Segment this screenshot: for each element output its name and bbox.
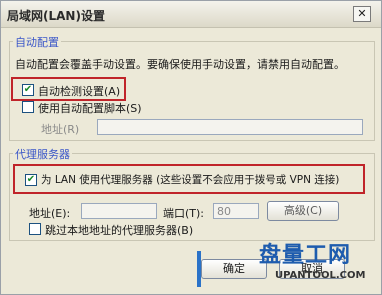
proxy-port-label: 端口(T): — [163, 207, 205, 220]
script-address-input[interactable] — [97, 119, 363, 135]
auto-detect-checkbox[interactable]: ✔ — [22, 84, 34, 96]
proxy-port-input[interactable]: 80 — [213, 203, 259, 219]
auto-config-description: 自动配置会覆盖手动设置。要确保使用手动设置，请禁用自动配置。 — [15, 58, 345, 71]
use-proxy-label: 为 LAN 使用代理服务器 (这些设置不会应用于拨号或 VPN 连接) — [41, 174, 340, 186]
bypass-local-checkbox[interactable] — [29, 223, 41, 235]
watermark-logo: 盘量工网 UPANTOOL.COM — [253, 237, 379, 291]
proxy-address-input[interactable] — [81, 203, 157, 219]
script-address-label: 地址(R) — [41, 123, 80, 136]
use-script-label: 使用自动配置脚本(S) — [38, 102, 142, 115]
bypass-local-label: 跳过本地地址的代理服务器(B) — [45, 224, 194, 237]
lan-settings-dialog: 局域网(LAN)设置 ✕ 自动配置 自动配置会覆盖手动设置。要确保使用手动设置，… — [0, 0, 382, 295]
watermark-brand: 盘量工网 — [259, 243, 352, 268]
proxy-group-label: 代理服务器 — [13, 146, 72, 162]
watermark-url: UPANTOOL.COM — [275, 270, 366, 281]
dialog-title: 局域网(LAN)设置 — [7, 9, 105, 23]
proxy-port-value: 80 — [217, 205, 231, 218]
title-bar[interactable]: 局域网(LAN)设置 ✕ — [1, 1, 381, 28]
close-button[interactable]: ✕ — [353, 6, 371, 22]
proxy-address-label: 地址(E): — [29, 207, 71, 220]
watermark-bar — [197, 251, 201, 287]
advanced-button[interactable]: 高级(C) — [267, 201, 339, 221]
auto-config-group-label: 自动配置 — [13, 34, 61, 50]
use-proxy-checkbox[interactable]: ✔ — [25, 174, 37, 186]
use-script-checkbox[interactable] — [22, 101, 34, 113]
auto-detect-label: 自动检测设置(A) — [38, 85, 121, 98]
